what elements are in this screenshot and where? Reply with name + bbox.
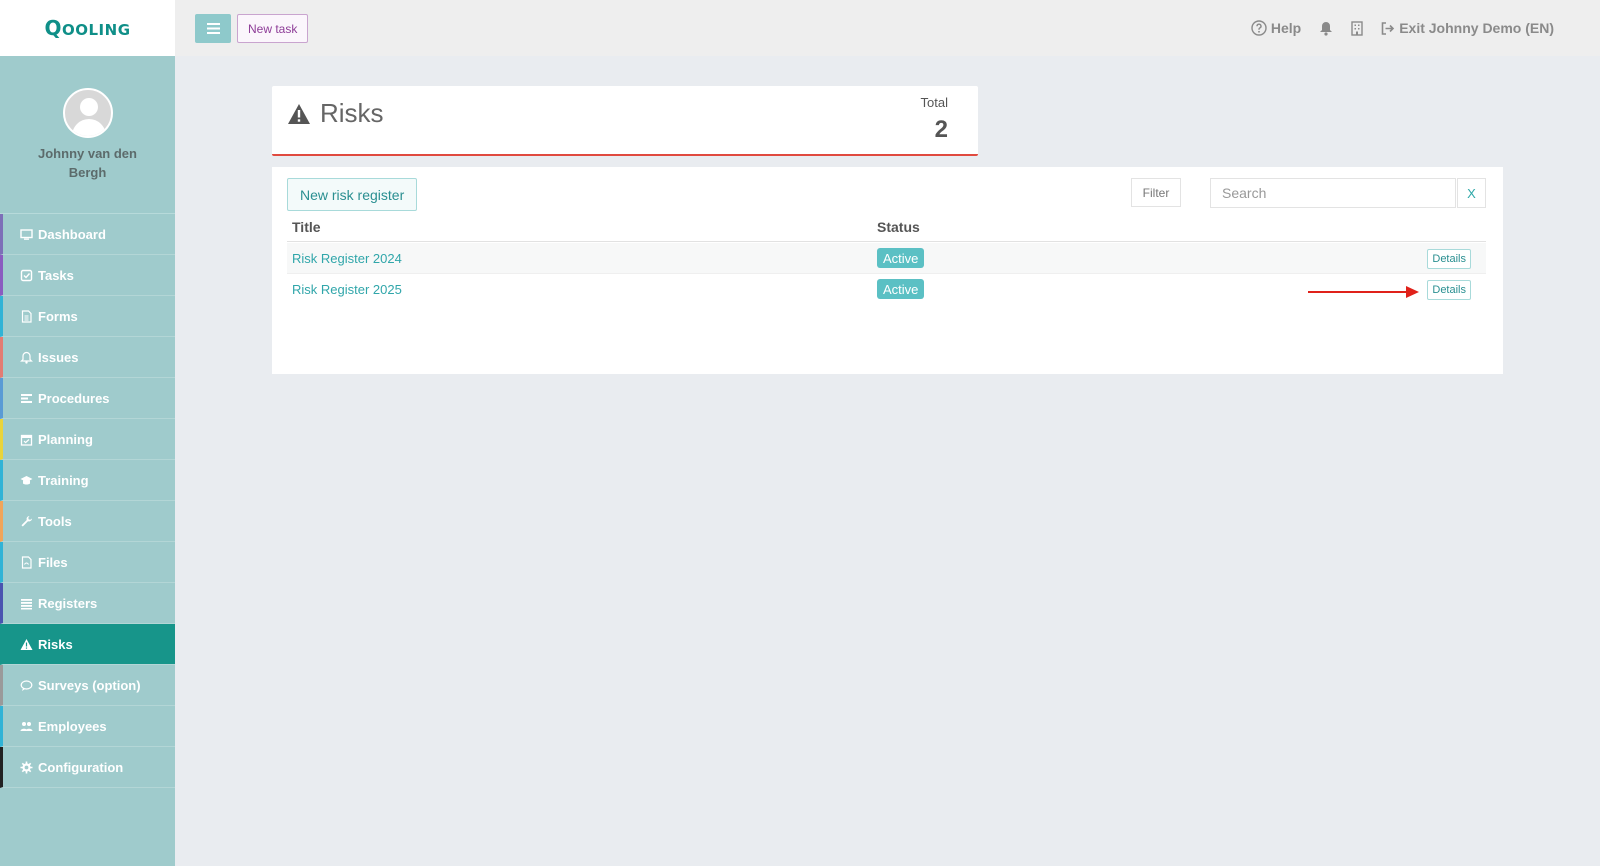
notifications-button[interactable] xyxy=(1319,21,1333,36)
qooling-logo[interactable]: QOOLING xyxy=(44,16,130,40)
table-row: Risk Register 2025 Active Details xyxy=(287,274,1486,305)
status-badge: Active xyxy=(877,279,925,299)
total-count: 2 xyxy=(934,116,948,143)
help-label: Help xyxy=(1270,20,1302,36)
sidebar-item-employees[interactable]: Employees xyxy=(0,706,175,747)
building-icon xyxy=(1351,20,1363,36)
table-header: Title Status xyxy=(287,219,1486,242)
sidebar-item-label: Tools xyxy=(38,513,72,529)
sidebar-item-procedures[interactable]: Procedures xyxy=(0,378,175,419)
sidebar-item-forms[interactable]: Forms xyxy=(0,296,175,337)
register-title-link[interactable]: Risk Register 2025 xyxy=(292,282,402,297)
column-header-title: Title xyxy=(292,219,321,235)
top-right-actions: Help Exit Johnny Demo (EN) xyxy=(1251,0,1554,56)
sidebar-item-training[interactable]: Training xyxy=(0,460,175,501)
hamburger-icon xyxy=(206,23,220,34)
sidebar-item-label: Dashboard xyxy=(38,226,106,242)
sidebar-item-label: Procedures xyxy=(38,390,110,406)
sidebar-item-surveys-option[interactable]: Surveys (option) xyxy=(0,665,175,706)
exit-link[interactable]: Exit Johnny Demo (EN) xyxy=(1381,20,1554,36)
sidebar-item-configuration[interactable]: Configuration xyxy=(0,747,175,788)
sidebar-item-risks[interactable]: Risks xyxy=(0,624,175,665)
help-link[interactable]: Help xyxy=(1251,20,1301,36)
sidebar-item-label: Files xyxy=(38,554,68,570)
top-bar: New task Help Exit Johnny Demo (EN) xyxy=(175,0,1600,56)
sidebar-item-files[interactable]: Files xyxy=(0,542,175,583)
page-title: Risks xyxy=(287,98,384,129)
exit-label: Exit Johnny Demo (EN) xyxy=(1399,20,1554,36)
register-title-link[interactable]: Risk Register 2024 xyxy=(292,251,402,266)
sidebar-item-label: Surveys (option) xyxy=(38,677,141,693)
sidebar-item-label: Issues xyxy=(38,349,79,365)
sidebar-item-label: Configuration xyxy=(38,759,124,775)
sidebar-item-label: Planning xyxy=(38,431,93,447)
calendar-icon xyxy=(19,432,33,446)
comment-icon xyxy=(19,678,33,692)
document-icon xyxy=(19,309,33,323)
details-button[interactable]: Details xyxy=(1427,280,1471,300)
users-icon xyxy=(19,719,33,733)
column-header-status: Status xyxy=(877,219,920,235)
status-badge: Active xyxy=(877,248,925,268)
warning-icon xyxy=(19,637,33,651)
total-label: Total xyxy=(920,95,948,110)
sidebar-item-label: Tasks xyxy=(38,267,74,283)
file-icon xyxy=(19,555,33,569)
monitor-icon xyxy=(19,227,33,241)
gear-icon xyxy=(19,760,33,774)
bell-icon xyxy=(1320,21,1333,36)
bars-icon xyxy=(19,596,33,610)
sidebar-item-label: Employees xyxy=(38,718,107,734)
risk-registers-panel: New risk register Filter X Title Status … xyxy=(272,167,1503,374)
hamburger-menu-button[interactable] xyxy=(195,14,231,43)
building-button[interactable] xyxy=(1351,20,1363,36)
sidebar-item-tasks[interactable]: Tasks xyxy=(0,255,175,296)
question-circle-icon xyxy=(1251,20,1267,36)
list-icon xyxy=(19,391,33,405)
new-task-button[interactable]: New task xyxy=(237,14,309,43)
table-row: Risk Register 2024 Active Details xyxy=(287,243,1486,274)
details-button[interactable]: Details xyxy=(1427,249,1471,269)
user-profile: Johnny van den Bergh xyxy=(0,56,175,214)
avatar[interactable] xyxy=(62,88,113,138)
sidebar-item-registers[interactable]: Registers xyxy=(0,583,175,624)
filter-button[interactable]: Filter xyxy=(1131,178,1181,207)
graduation-cap-icon xyxy=(19,473,33,487)
sidebar: QOOLING Johnny van den Bergh Dashboard Ta… xyxy=(0,0,175,866)
page-title-text: Risks xyxy=(320,98,384,128)
sidebar-item-label: Registers xyxy=(38,595,98,611)
new-risk-register-button[interactable]: New risk register xyxy=(287,178,418,211)
check-square-icon xyxy=(19,268,33,282)
sidebar-item-dashboard[interactable]: Dashboard xyxy=(0,214,175,255)
sidebar-item-label: Training xyxy=(38,472,89,488)
sidebar-item-planning[interactable]: Planning xyxy=(0,419,175,460)
bell-icon xyxy=(19,350,33,364)
sidebar-item-issues[interactable]: Issues xyxy=(0,337,175,378)
annotation-arrow xyxy=(1308,286,1419,298)
sidebar-nav: Dashboard Tasks Forms Issues Procedures Plann… xyxy=(0,214,175,788)
user-name: Johnny van den Bergh xyxy=(38,146,137,180)
sidebar-item-label: Forms xyxy=(38,308,78,324)
search-input[interactable] xyxy=(1210,178,1456,208)
logo-container: QOOLING xyxy=(0,0,175,56)
warning-icon xyxy=(288,103,310,124)
sign-out-icon xyxy=(1381,21,1395,35)
sidebar-item-tools[interactable]: Tools xyxy=(0,501,175,542)
risks-header-card: Risks Total 2 xyxy=(272,86,978,156)
sidebar-item-label: Risks xyxy=(38,636,73,652)
clear-search-button[interactable]: X xyxy=(1457,178,1486,208)
wrench-icon xyxy=(19,514,33,528)
